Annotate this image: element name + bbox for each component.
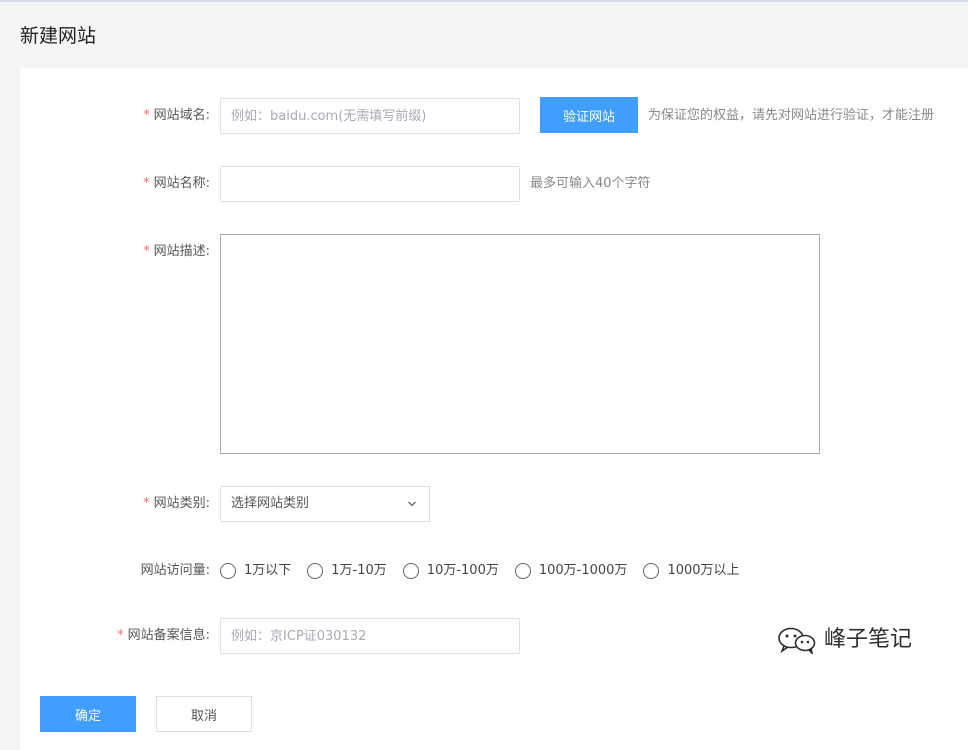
verify-website-button[interactable]: 验证网站 bbox=[540, 97, 638, 133]
required-mark: * bbox=[143, 496, 150, 511]
icp-label: * 网站备案信息: bbox=[117, 628, 210, 643]
name-hint: 最多可输入40个字符 bbox=[530, 176, 651, 191]
description-textarea[interactable] bbox=[220, 234, 820, 454]
traffic-radio-group: 1万以下 1万-10万 10万-100万 100万-1000万 1000万以上 bbox=[220, 561, 756, 581]
wechat-icon bbox=[778, 627, 816, 654]
required-mark: * bbox=[143, 176, 150, 191]
top-divider bbox=[0, 0, 968, 2]
watermark: 峰子笔记 bbox=[776, 626, 912, 654]
required-mark: * bbox=[143, 108, 150, 123]
category-select-value: 选择网站类别 bbox=[231, 496, 310, 511]
name-label: * 网站名称: bbox=[143, 176, 210, 191]
description-label: * 网站描述: bbox=[143, 244, 210, 259]
required-mark: * bbox=[117, 628, 124, 643]
traffic-option-5[interactable]: 1000万以上 bbox=[643, 561, 740, 581]
domain-hint: 为保证您的权益，请先对网站进行验证，才能注册 bbox=[648, 108, 935, 123]
category-label: * 网站类别: bbox=[143, 496, 210, 511]
domain-label: * 网站域名: bbox=[143, 108, 210, 123]
radio-circle[interactable] bbox=[402, 563, 419, 579]
page-title: 新建网站 bbox=[20, 25, 97, 47]
category-select[interactable]: 选择网站类别 bbox=[220, 486, 430, 522]
radio-circle[interactable] bbox=[307, 563, 324, 579]
domain-input[interactable] bbox=[220, 98, 520, 134]
traffic-option-4[interactable]: 100万-1000万 bbox=[514, 561, 627, 581]
radio-circle[interactable] bbox=[643, 563, 660, 579]
chevron-down-icon bbox=[408, 501, 416, 507]
radio-circle[interactable] bbox=[514, 563, 531, 579]
icp-input[interactable] bbox=[220, 618, 520, 654]
traffic-option-1[interactable]: 1万以下 bbox=[220, 561, 291, 581]
required-mark: * bbox=[143, 244, 150, 259]
traffic-label: 网站访问量: bbox=[140, 563, 210, 578]
radio-circle[interactable] bbox=[220, 563, 236, 579]
watermark-text: 峰子笔记 bbox=[824, 627, 913, 652]
confirm-button[interactable]: 确定 bbox=[40, 696, 136, 732]
name-input[interactable] bbox=[220, 166, 520, 202]
traffic-option-3[interactable]: 10万-100万 bbox=[402, 561, 499, 581]
traffic-option-2[interactable]: 1万-10万 bbox=[307, 561, 387, 581]
cancel-button[interactable]: 取消 bbox=[156, 696, 252, 732]
